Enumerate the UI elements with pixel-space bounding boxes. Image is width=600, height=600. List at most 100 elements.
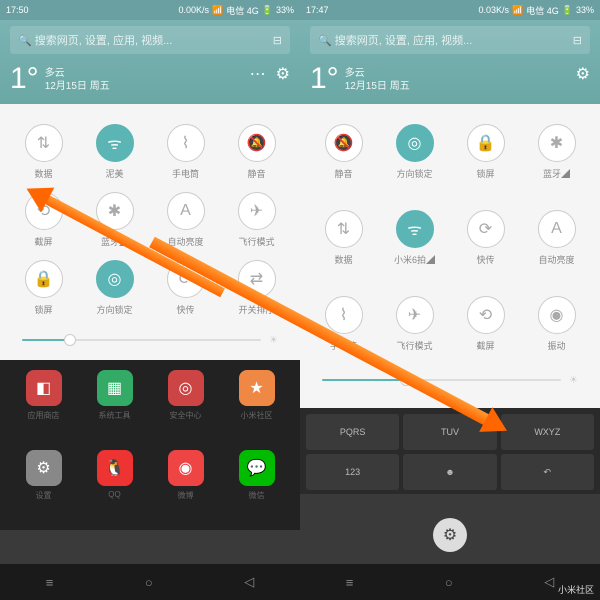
toggle-锁屏[interactable]: 🔒锁屏 [450,118,521,186]
keyboard-dim: PQRSTUVWXYZ 123☻↶ [300,408,600,494]
app-label: 安全中心 [170,410,202,421]
search-icon: 🔍 [18,34,32,47]
toggle-label: 截屏 [476,339,494,352]
toggle-label: 静音 [247,167,265,180]
toggle-label: 数据 [334,253,352,266]
quick-settings-panel: 🔕静音◎方向锁定🔒锁屏✱蓝牙◢⇅数据ᯤ小米6拍◢⟳快传A自动亮度⌇手电筒✈飞行模… [300,104,600,408]
app-设置[interactable]: ⚙ 设置 [8,450,79,506]
key[interactable]: 123 [306,454,399,490]
app-label: QQ [108,490,120,499]
app-微博[interactable]: ◉ 微博 [150,450,221,506]
toggle-icon: ⌇ [167,124,205,162]
toggle-截屏[interactable]: ⟲截屏 [450,290,521,358]
toggle-label: 飞行模式 [396,339,432,352]
toggle-小米6拍◢[interactable]: ᯤ 小米6拍◢ [379,204,450,272]
toggle-label: 快传 [476,253,494,266]
toggle-label: 振动 [547,339,565,352]
app-icon: ★ [239,370,275,406]
gear-icon[interactable]: ⚙ [576,64,590,84]
gear-icon[interactable]: ⚙ [276,64,290,84]
toggle-手电筒[interactable]: ⌇ 手电筒 [150,118,221,186]
toggle-icon: ⇅ [25,124,63,162]
toggle-icon: ✱ [538,124,576,162]
key[interactable]: WXYZ [501,414,594,450]
search-bar[interactable]: 🔍 搜索网页, 设置, 应用, 视频...⊟ [10,26,290,54]
app-系统工具[interactable]: ▦系统工具 [79,370,150,426]
weather-widget[interactable]: 1° 多云12月15日 周五 ⋯⚙ [10,64,290,94]
nav-home-icon[interactable]: ○ [445,575,453,590]
toggle-icon: ᯤ [396,210,434,248]
toggle-label: 小米6拍◢ [394,253,435,266]
toggle-数据[interactable]: ⇅数据 [8,118,79,186]
toggle-静音[interactable]: 🔕 静音 [221,118,292,186]
nav-back-icon[interactable]: ◁ [544,574,554,590]
toggle-自动亮度[interactable]: A 自动亮度 [521,204,592,272]
app-小米社区[interactable]: ★ 小米社区 [221,370,292,426]
toggle-label: 自动亮度 [538,253,574,266]
app-应用商店[interactable]: ◧应用商店 [8,370,79,426]
toggle-icon: ⌇ [325,296,363,334]
brightness-icon: ☀ [269,335,278,346]
toggle-锁屏[interactable]: 🔒 锁屏 [8,254,79,322]
toggle-label: 手电筒 [172,167,199,180]
toggle-label: 方向锁定 [396,167,432,180]
app-icon: ⚙ [26,450,62,486]
toggle-icon: ✈ [238,192,276,230]
toggle-icon: 🔒 [25,260,63,298]
nav-home-icon[interactable]: ○ [145,575,153,590]
app-icon: 💬 [239,450,275,486]
nav-menu-icon[interactable]: ≡ [346,575,354,590]
toggle-icon: ◎ [396,124,434,162]
toggle-飞行模式[interactable]: ✈ 飞行模式 [221,186,292,254]
app-label: 微博 [178,490,194,501]
app-微信[interactable]: 💬 微信 [221,450,292,506]
app-安全中心[interactable]: ◎安全中心 [150,370,221,426]
phone-right: 17:47 0.03K/s📶电信 4G🔋33% 🔍 搜索网页, 设置, 应用, … [300,0,600,600]
scan-icon[interactable]: ⊟ [573,34,582,47]
app-icon: ◧ [26,370,62,406]
more-icon[interactable]: ⋯ [250,64,266,84]
toggle-振动[interactable]: ◉ 振动 [521,290,592,358]
status-bar: 17:47 0.03K/s📶电信 4G🔋33% [300,0,600,20]
toggle-泥美[interactable]: ᯤ泥美 [79,118,150,186]
toggle-label: 快传 [176,303,194,316]
key[interactable]: ☻ [403,454,496,490]
nav-back-icon[interactable]: ◁ [244,574,254,590]
key[interactable]: ↶ [501,454,594,490]
toggle-label: 方向锁定 [96,303,132,316]
toggle-方向锁定[interactable]: ◎ 方向锁定 [379,118,450,186]
app-QQ[interactable]: 🐧QQ [79,450,150,506]
toggle-静音[interactable]: 🔕静音 [308,118,379,186]
app-label: 微信 [249,490,265,501]
toggle-label: 截屏 [34,235,52,248]
toggle-label: 飞行模式 [238,235,274,248]
nav-menu-icon[interactable]: ≡ [46,575,54,590]
toggle-数据[interactable]: ⇅数据 [308,204,379,272]
toggle-快传[interactable]: ⟳快传 [450,204,521,272]
toggle-label: 锁屏 [476,167,494,180]
toggle-icon: A [538,210,576,248]
brightness-slider[interactable]: ☀ [8,330,292,350]
brightness-slider[interactable]: ☀ [308,370,592,390]
keyboard-settings-icon[interactable]: ⚙ [433,518,467,552]
quick-settings-panel: ⇅数据ᯤ泥美⌇手电筒🔕静音⟲截屏✱蓝牙◢A自动亮度✈飞行模式🔒锁屏◎方向锁定⟳快… [0,104,300,360]
search-bar[interactable]: 🔍 搜索网页, 设置, 应用, 视频...⊟ [310,26,590,54]
app-label: 设置 [36,490,52,501]
toggle-label: 锁屏 [34,303,52,316]
weather-widget[interactable]: 1° 多云12月15日 周五 ⚙ [310,64,590,94]
app-icon: ▦ [97,370,133,406]
app-icon: ◉ [168,450,204,486]
toggle-icon: ✈ [396,296,434,334]
toggle-蓝牙◢[interactable]: ✱蓝牙◢ [521,118,592,186]
toggle-icon: A [167,192,205,230]
scan-icon[interactable]: ⊟ [273,34,282,47]
toggle-icon: ◉ [538,296,576,334]
toggle-方向锁定[interactable]: ◎方向锁定 [79,254,150,322]
toggle-飞行模式[interactable]: ✈ 飞行模式 [379,290,450,358]
app-label: 小米社区 [241,410,273,421]
toggle-label: 静音 [334,167,352,180]
toggle-label: 泥美 [105,167,123,180]
toggle-icon: 🔕 [238,124,276,162]
nav-bar: ≡ ○ ◁ [300,564,600,600]
key[interactable]: PQRS [306,414,399,450]
